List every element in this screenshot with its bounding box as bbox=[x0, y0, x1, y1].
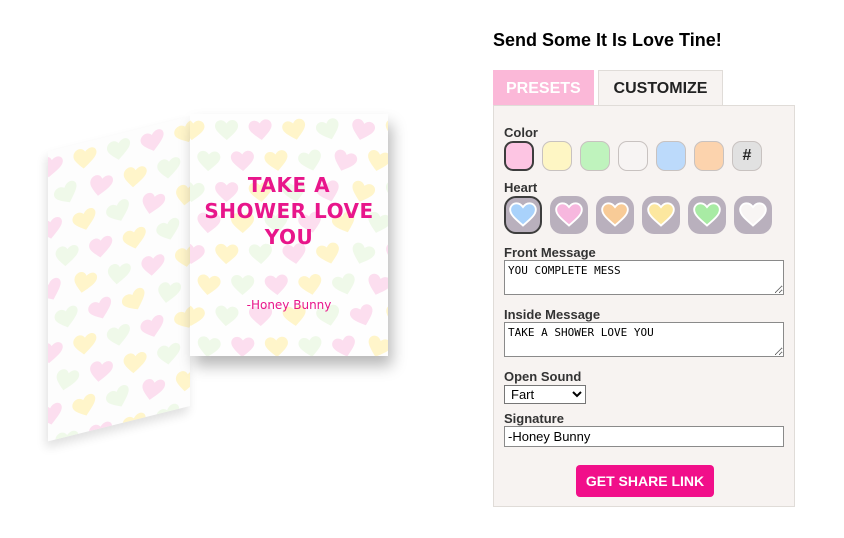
heart-option-blue[interactable] bbox=[504, 196, 542, 234]
color-label: Color bbox=[504, 125, 538, 140]
heart-icon bbox=[555, 202, 583, 227]
tab-presets[interactable]: PRESETS bbox=[493, 70, 594, 105]
heart-icon bbox=[693, 202, 721, 227]
open-sound-select[interactable]: Fart bbox=[504, 385, 586, 404]
color-swatch-yellow[interactable] bbox=[542, 141, 572, 171]
inside-message-label: Inside Message bbox=[504, 307, 601, 322]
heart-option-pink[interactable] bbox=[550, 196, 588, 234]
open-sound-label: Open Sound bbox=[504, 369, 582, 384]
heart-option-yellow[interactable] bbox=[642, 196, 680, 234]
inside-message-input[interactable]: TAKE A SHOWER LOVE YOU bbox=[504, 322, 784, 357]
heart-icon bbox=[739, 202, 767, 227]
heart-option-orange[interactable] bbox=[596, 196, 634, 234]
color-swatches: # bbox=[504, 141, 770, 171]
color-swatch-blue[interactable] bbox=[656, 141, 686, 171]
heart-option-green[interactable] bbox=[688, 196, 726, 234]
front-message-label: Front Message bbox=[504, 245, 596, 260]
signature-input[interactable] bbox=[504, 426, 784, 447]
card-inside-message: TAKE A SHOWER LOVE YOU bbox=[204, 173, 374, 249]
customize-panel: Color # Heart Front Message YOU COMPLETE… bbox=[493, 105, 795, 507]
card-inside-page: TAKE A SHOWER LOVE YOU -Honey Bunny bbox=[190, 114, 388, 356]
page-title: Send Some It Is Love Tine! bbox=[493, 30, 722, 50]
card-front-cover bbox=[48, 116, 190, 442]
heart-option-white[interactable] bbox=[734, 196, 772, 234]
heart-label: Heart bbox=[504, 180, 538, 195]
card-preview: TAKE A SHOWER LOVE YOU -Honey Bunny bbox=[40, 100, 400, 442]
signature-label: Signature bbox=[504, 411, 564, 426]
heart-icon bbox=[601, 202, 629, 227]
color-swatch-white[interactable] bbox=[618, 141, 648, 171]
front-message-input[interactable]: YOU COMPLETE MESS bbox=[504, 260, 784, 295]
heart-pattern-left bbox=[48, 120, 190, 442]
heart-options bbox=[504, 196, 780, 234]
tab-bar: PRESETS CUSTOMIZE bbox=[493, 70, 723, 106]
card-signature: -Honey Bunny bbox=[246, 298, 332, 312]
heart-icon bbox=[509, 202, 537, 227]
get-share-link-button[interactable]: GET SHARE LINK bbox=[576, 465, 714, 497]
custom-color-button[interactable]: # bbox=[732, 141, 762, 171]
color-swatch-orange[interactable] bbox=[694, 141, 724, 171]
heart-icon bbox=[647, 202, 675, 227]
tab-customize[interactable]: CUSTOMIZE bbox=[598, 70, 723, 105]
color-swatch-green[interactable] bbox=[580, 141, 610, 171]
color-swatch-pink[interactable] bbox=[504, 141, 534, 171]
